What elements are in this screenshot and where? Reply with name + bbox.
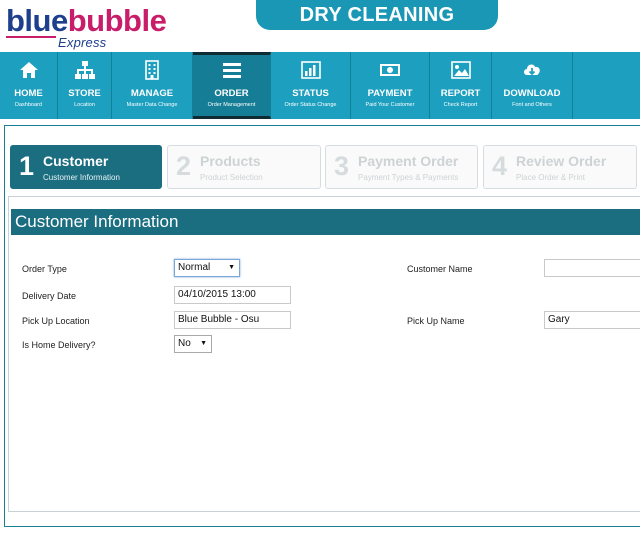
- nav-item-payment[interactable]: PAYMENT Paid Your Customer: [351, 52, 430, 119]
- home-delivery-select[interactable]: No ▼: [174, 335, 212, 353]
- nav-label: MANAGE: [130, 88, 174, 99]
- step-number: 2: [176, 151, 192, 181]
- nav-sub: Font and Others: [512, 102, 552, 108]
- delivery-date-field[interactable]: 04/10/2015 13:00: [174, 286, 291, 304]
- order-type-select[interactable]: Normal ▼: [174, 259, 240, 277]
- step-number: 4: [492, 151, 508, 181]
- step-number: 3: [334, 151, 350, 181]
- nav-label: STORE: [68, 88, 101, 99]
- home-delivery-label: Is Home Delivery?: [22, 340, 96, 350]
- logo-wordmark: bluebubble: [6, 3, 167, 38]
- nav-label: DOWNLOAD: [503, 88, 561, 99]
- logo-underline: [6, 36, 56, 38]
- step-subtitle: Product Selection: [200, 173, 263, 182]
- customer-name-field[interactable]: [544, 259, 640, 277]
- menu-icon: [222, 63, 241, 78]
- nav-item-manage[interactable]: MANAGE Master Data Change: [112, 52, 193, 119]
- nav-item-store[interactable]: STORE Location: [58, 52, 112, 119]
- pickup-name-label: Pick Up Name: [407, 316, 465, 326]
- delivery-date-label: Delivery Date: [22, 291, 77, 301]
- order-type-label: Order Type: [22, 264, 67, 274]
- main-nav: HOME Dashboard STORE Location MANAGE Mas…: [0, 52, 640, 119]
- app-header: bluebubble Express Laundromat DRY CLEANI…: [0, 0, 640, 65]
- home-icon: [19, 62, 38, 78]
- nav-sub: Master Data Change: [126, 102, 178, 108]
- step-subtitle: Payment Types & Payments: [358, 173, 459, 182]
- step-title: Payment Order: [358, 153, 459, 169]
- chevron-down-icon: ▼: [228, 264, 235, 271]
- pickup-location-label: Pick Up Location: [22, 316, 90, 326]
- nav-label: ORDER: [214, 88, 249, 99]
- nav-item-status[interactable]: STATUS Order Status Change: [271, 52, 351, 119]
- chevron-down-icon: ▼: [200, 340, 207, 347]
- nav-label: HOME: [14, 88, 43, 99]
- step-subtitle: Customer Information: [43, 173, 120, 182]
- step-title: Customer: [43, 153, 109, 169]
- nav-item-home[interactable]: HOME Dashboard: [0, 52, 58, 119]
- nav-item-download[interactable]: DOWNLOAD Font and Others: [492, 52, 573, 119]
- step-number: 1: [19, 151, 35, 181]
- cloud-download-icon: [524, 64, 540, 76]
- step-payment-order[interactable]: 3 Payment Order Payment Types & Payments: [325, 145, 478, 189]
- step-customer[interactable]: 1 Customer Customer Information: [10, 145, 162, 189]
- nav-sub: Location: [74, 102, 95, 108]
- step-products[interactable]: 2 Products Product Selection: [167, 145, 321, 189]
- nav-sub: Order Management: [207, 102, 256, 108]
- pickup-name-field[interactable]: Gary: [544, 311, 640, 329]
- sitemap-icon: [74, 61, 95, 79]
- bar-chart-icon: [300, 61, 321, 79]
- picture-icon: [450, 61, 471, 79]
- nav-label: REPORT: [440, 88, 481, 99]
- home-delivery-value: No: [178, 338, 191, 349]
- section-title: Customer Information: [11, 209, 640, 235]
- nav-sub: Order Status Change: [284, 102, 337, 108]
- customer-name-label: Customer Name: [407, 264, 473, 274]
- nav-sub: Check Report: [443, 102, 478, 108]
- nav-label: STATUS: [292, 88, 329, 99]
- building-icon: [145, 60, 159, 80]
- nav-sub: Paid Your Customer: [365, 102, 415, 108]
- step-title: Products: [200, 153, 261, 169]
- nav-label: PAYMENT: [367, 88, 413, 99]
- logo[interactable]: bluebubble Express Laundromat: [6, 3, 176, 65]
- nav-item-order[interactable]: ORDER Order Management: [193, 52, 271, 119]
- step-review-order[interactable]: 4 Review Order Place Order & Print: [483, 145, 637, 189]
- nav-item-report[interactable]: REPORT Check Report: [430, 52, 492, 119]
- order-type-value: Normal: [178, 262, 211, 273]
- step-title: Review Order: [516, 153, 607, 169]
- app-title: DRY CLEANING SYSTEM: [256, 0, 498, 56]
- customer-info-section: [8, 196, 640, 512]
- nav-sub: Dashboard: [15, 102, 42, 108]
- money-icon: [380, 64, 400, 76]
- pickup-location-field[interactable]: Blue Bubble - Osu: [174, 311, 291, 329]
- step-subtitle: Place Order & Print: [516, 173, 585, 182]
